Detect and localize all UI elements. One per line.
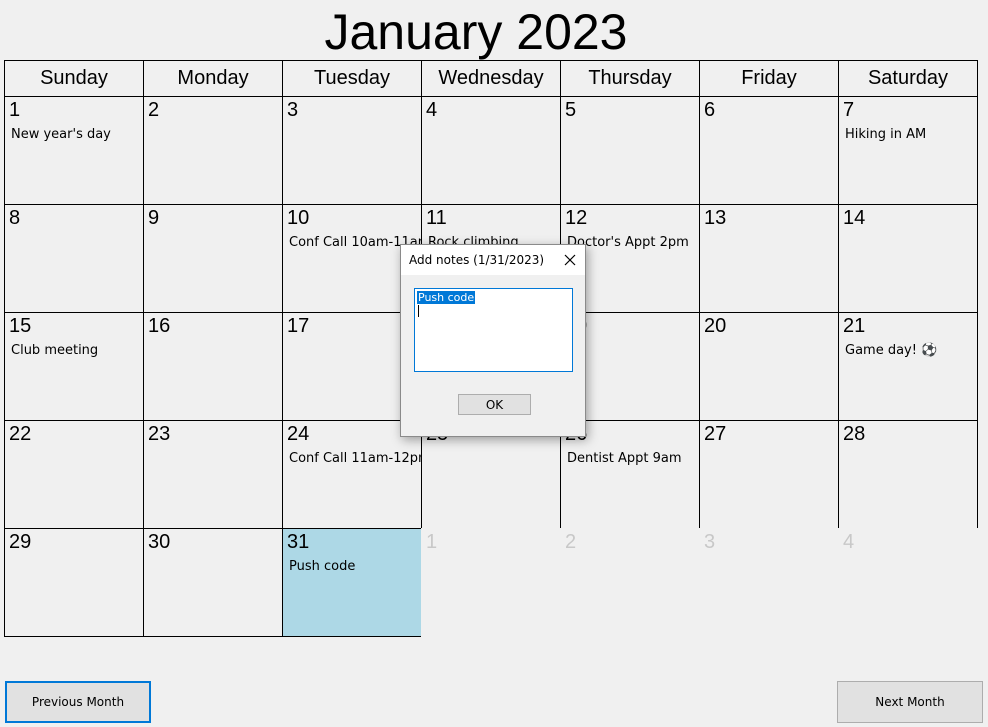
- day-cell[interactable]: 31 Push code: [282, 528, 422, 637]
- previous-month-button[interactable]: Previous Month: [5, 681, 151, 723]
- weekday-header-thursday: Thursday: [560, 60, 700, 97]
- day-note: Push code: [289, 559, 356, 574]
- day-number: 20: [704, 315, 727, 337]
- add-notes-dialog: Add notes (1/31/2023) Push code OK: [400, 244, 586, 437]
- day-cell[interactable]: 13: [699, 204, 839, 313]
- day-cell[interactable]: 1 New year's day: [4, 96, 144, 205]
- weekday-header-wednesday: Wednesday: [421, 60, 561, 97]
- weekday-header-friday: Friday: [699, 60, 839, 97]
- day-cell-outside: 3: [699, 528, 839, 637]
- day-cell[interactable]: 4: [421, 96, 561, 205]
- day-cell[interactable]: 28: [838, 420, 978, 529]
- dialog-titlebar: Add notes (1/31/2023): [401, 245, 585, 275]
- day-cell[interactable]: 2: [143, 96, 283, 205]
- day-number: 31: [287, 531, 310, 553]
- notes-textarea[interactable]: Push code: [414, 288, 573, 372]
- day-cell[interactable]: 15 Club meeting: [4, 312, 144, 421]
- day-note: Club meeting: [11, 343, 99, 358]
- day-number: 2: [148, 99, 160, 121]
- day-cell[interactable]: 21 Game day! ⚽: [838, 312, 978, 421]
- day-number: 8: [9, 207, 21, 229]
- day-note: Conf Call 11am-12pm: [289, 451, 422, 466]
- day-cell[interactable]: 8: [4, 204, 144, 313]
- day-cell[interactable]: 7 Hiking in AM: [838, 96, 978, 205]
- day-cell[interactable]: 23: [143, 420, 283, 529]
- day-number: 5: [565, 99, 577, 121]
- day-cell[interactable]: 9: [143, 204, 283, 313]
- day-number: 11: [426, 207, 447, 229]
- day-number: 2: [565, 531, 577, 553]
- weekday-header-sunday: Sunday: [4, 60, 144, 97]
- day-cell[interactable]: 22: [4, 420, 144, 529]
- day-number: 16: [148, 315, 171, 337]
- dialog-title: Add notes (1/31/2023): [409, 253, 545, 267]
- day-number: 30: [148, 531, 171, 553]
- day-cell-outside: 4: [838, 528, 978, 637]
- day-cell[interactable]: 27: [699, 420, 839, 529]
- day-cell[interactable]: 29: [4, 528, 144, 637]
- day-cell-outside: 1: [421, 528, 561, 637]
- next-month-button[interactable]: Next Month: [837, 681, 983, 723]
- day-number: 17: [287, 315, 310, 337]
- day-number: 1: [9, 99, 21, 121]
- day-note: Hiking in AM: [845, 127, 927, 142]
- notes-selected-text: Push code: [417, 291, 476, 304]
- day-number: 28: [843, 423, 866, 445]
- day-number: 14: [843, 207, 866, 229]
- day-number: 22: [9, 423, 32, 445]
- weekday-header-monday: Monday: [143, 60, 283, 97]
- day-number: 3: [287, 99, 299, 121]
- day-number: 12: [565, 207, 588, 229]
- weekday-header-saturday: Saturday: [838, 60, 978, 97]
- day-number: 27: [704, 423, 727, 445]
- day-number: 7: [843, 99, 855, 121]
- day-number: 24: [287, 423, 310, 445]
- day-number: 21: [843, 315, 866, 337]
- day-number: 6: [704, 99, 716, 121]
- day-cell[interactable]: 20: [699, 312, 839, 421]
- close-icon[interactable]: [561, 251, 579, 269]
- day-cell[interactable]: 30: [143, 528, 283, 637]
- day-cell-outside: 2: [560, 528, 700, 637]
- text-caret: [418, 305, 419, 317]
- day-number: 3: [704, 531, 716, 553]
- day-number: 10: [287, 207, 310, 229]
- day-note: New year's day: [11, 127, 111, 142]
- day-number: 1: [426, 531, 438, 553]
- day-cell[interactable]: 5: [560, 96, 700, 205]
- day-number: 13: [704, 207, 727, 229]
- day-note: Dentist Appt 9am: [567, 451, 682, 466]
- day-number: 9: [148, 207, 160, 229]
- day-note: Game day! ⚽: [845, 343, 938, 358]
- day-number: 23: [148, 423, 171, 445]
- month-title: January 2023: [324, 4, 628, 60]
- day-cell[interactable]: 3: [282, 96, 422, 205]
- day-cell[interactable]: 6: [699, 96, 839, 205]
- day-number: 4: [426, 99, 438, 121]
- day-number: 4: [843, 531, 855, 553]
- weekday-header-tuesday: Tuesday: [282, 60, 422, 97]
- day-cell[interactable]: 14: [838, 204, 978, 313]
- ok-button[interactable]: OK: [458, 394, 531, 415]
- day-number: 15: [9, 315, 32, 337]
- calendar-app: January 2023 Sunday Monday Tuesday Wednesda…: [0, 0, 988, 727]
- day-number: 29: [9, 531, 32, 553]
- day-cell[interactable]: 16: [143, 312, 283, 421]
